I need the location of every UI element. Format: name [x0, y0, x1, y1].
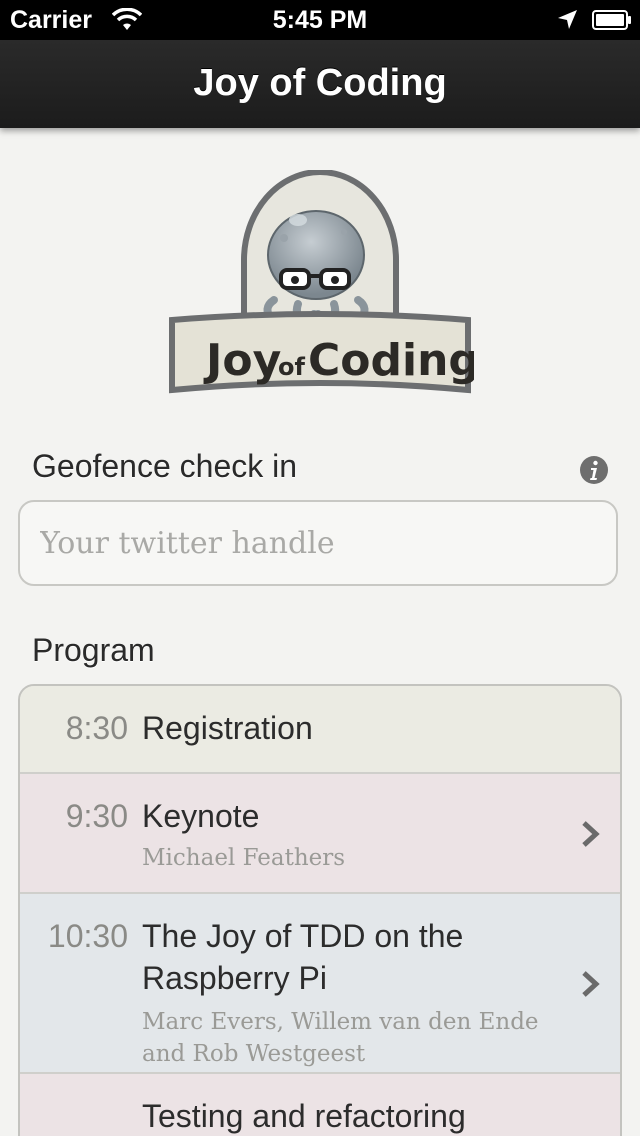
- twitter-handle-input[interactable]: [18, 500, 618, 586]
- list-item[interactable]: Testing and refactoring: [20, 1074, 620, 1136]
- list-item[interactable]: 9:30 Keynote Michael Feathers: [20, 774, 620, 894]
- geofence-label: Geofence check in: [32, 448, 298, 484]
- nav-title: Joy of Coding: [193, 62, 447, 104]
- session-time: 9:30: [65, 798, 128, 834]
- session-speaker: Marc Evers, Willem van den Ende and Rob …: [142, 1009, 539, 1067]
- session-title: Registration: [142, 710, 313, 746]
- clock: 5:45 PM: [272, 6, 368, 34]
- session-title: The Joy of TDD on the Raspberry Pi: [142, 918, 464, 996]
- list-item[interactable]: 10:30 The Joy of TDD on the Raspberry Pi…: [20, 894, 620, 1074]
- location-arrow-icon: [558, 10, 577, 29]
- program-list: 8:30 Registration 9:30 Keynote Michael F…: [18, 684, 622, 1136]
- chevron-right-icon: [582, 821, 600, 847]
- logo-text-joy: Joy: [203, 335, 281, 386]
- status-bar: Carrier 5:45 PM: [0, 0, 640, 40]
- navigation-bar: Joy of Coding: [0, 40, 640, 128]
- chevron-right-icon: [582, 971, 600, 997]
- session-title: Testing and refactoring: [142, 1098, 466, 1134]
- session-time: 10:30: [47, 918, 128, 954]
- session-title: Keynote: [142, 798, 260, 834]
- session-speaker: Michael Feathers: [142, 845, 346, 871]
- program-label: Program: [32, 632, 155, 668]
- list-item[interactable]: 8:30 Registration: [20, 686, 620, 774]
- logo-text-coding: Coding: [308, 335, 474, 386]
- joy-of-coding-logo: Joy of Coding: [169, 170, 474, 394]
- session-time: 8:30: [65, 710, 128, 746]
- battery-icon: [592, 10, 631, 30]
- logo-text-of: of: [278, 353, 305, 381]
- info-icon[interactable]: [579, 455, 609, 485]
